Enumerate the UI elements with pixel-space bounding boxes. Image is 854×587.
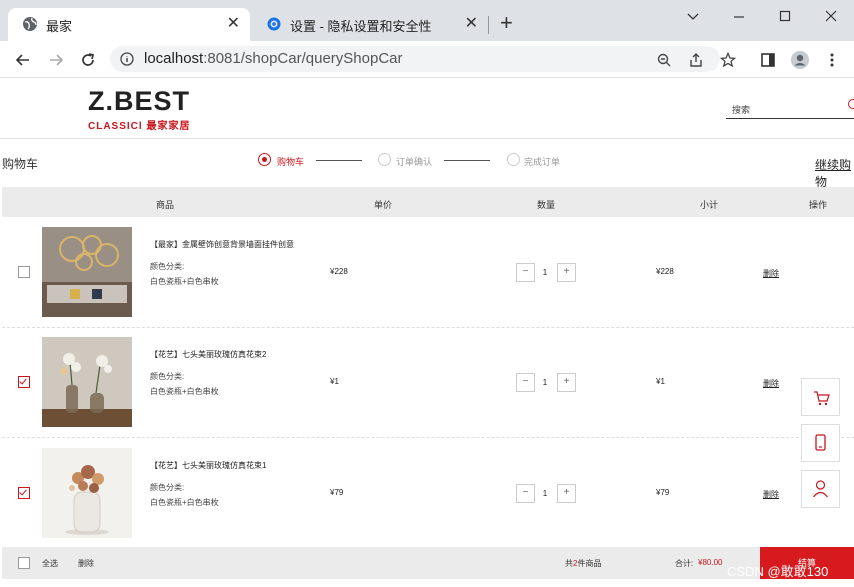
row-checkbox[interactable] [18,487,30,499]
window-close-icon[interactable] [816,4,846,26]
column-header-product: 商品 [156,200,175,210]
column-header-subtotal: 小计 [700,200,719,210]
row-subtotal: ¥228 [656,267,674,276]
cart-icon [814,391,830,406]
search-placeholder: 搜索 [732,105,751,115]
logo[interactable]: Z.BEST [88,86,190,117]
product-attr-value: 白色瓷瓶+白色串枚 [150,387,219,396]
product-attr-label: 颜色分类: [150,483,185,492]
column-header-quantity: 数量 [537,200,556,210]
tab-title: 最家 [46,19,73,34]
tab-active[interactable]: 最家 ✕ [8,8,250,41]
step-dot-cart [258,153,271,166]
product-attr-value: 白色瓷瓶+白色串枚 [150,498,219,507]
select-all-checkbox[interactable] [18,557,30,569]
phone-icon [815,434,826,451]
divider [0,138,854,139]
tab-settings[interactable]: 设置 - 隐私设置和安全性 ✕ [252,8,488,41]
watermark: CSDN @敢敢130 [727,564,829,579]
delete-link[interactable]: 删除 [763,378,779,389]
tab-divider [488,16,489,34]
mobile-button[interactable] [801,424,840,462]
quantity-value[interactable]: 1 [535,268,555,277]
logo-subtitle: CLASSICl 最家家居 [88,121,191,132]
quantity-plus-button[interactable]: + [557,484,576,503]
step-label-confirm: 订单确认 [396,157,433,167]
item-count: 共2件商品 [565,559,602,568]
step-line [444,160,490,161]
product-attr-label: 颜色分类: [150,262,185,271]
product-name[interactable]: 【最家】金属壁饰创意背景墙面挂件创意 [150,239,294,250]
close-icon[interactable]: ✕ [465,13,478,33]
share-icon[interactable] [686,50,706,70]
star-icon[interactable] [718,50,738,70]
product-name[interactable]: 【花艺】七头美丽玫瑰仿真花束1 [150,460,266,471]
tab-title: 设置 - 隐私设置和安全性 [290,19,432,34]
unit-price: ¥1 [330,377,339,386]
select-all-label[interactable]: 全选 [42,558,58,569]
sidepanel-icon[interactable] [758,50,778,70]
zoom-icon[interactable] [654,50,674,70]
column-header-price: 单价 [374,200,393,210]
step-label-complete: 完成订单 [524,157,561,167]
globe-icon [22,16,38,32]
user-icon [813,480,828,498]
minimize-icon[interactable] [724,4,754,26]
table-header [2,187,854,217]
forward-icon[interactable] [45,49,67,71]
row-subtotal: ¥1 [656,377,665,386]
unit-price: ¥228 [330,267,348,276]
info-icon[interactable] [119,51,135,67]
quantity-value[interactable]: 1 [535,378,555,387]
column-header-action: 操作 [809,200,828,210]
menu-icon[interactable] [822,50,842,70]
step-label-cart: 购物车 [277,157,305,167]
row-subtotal: ¥79 [656,488,670,497]
delete-link[interactable]: 删除 [763,268,779,279]
quantity-minus-button[interactable]: − [516,263,535,282]
delete-link[interactable]: 删除 [763,489,779,500]
step-dot-confirm [378,153,391,166]
delete-selected-button[interactable]: 删除 [78,558,94,569]
total-amount: ¥80.00 [698,558,723,567]
cart-button[interactable] [801,378,840,416]
continue-shopping-link[interactable]: 继续购物 [815,156,854,190]
quantity-value[interactable]: 1 [535,489,555,498]
row-checkbox[interactable] [18,376,30,388]
total-label: 合计: [675,559,694,568]
reload-icon[interactable] [77,49,99,71]
new-tab-button[interactable]: + [500,10,513,36]
profile-icon[interactable] [790,50,810,70]
quantity-plus-button[interactable]: + [557,263,576,282]
product-attr-value: 白色瓷瓶+白色串枚 [150,277,219,286]
url-text[interactable]: localhost:8081/shopCar/queryShopCar [144,50,403,67]
user-button[interactable] [801,470,840,508]
close-icon[interactable]: ✕ [227,13,240,33]
row-checkbox[interactable] [18,266,30,278]
back-icon[interactable] [12,49,34,71]
step-line [316,160,362,161]
product-image[interactable] [42,227,132,317]
unit-price: ¥79 [330,488,344,497]
quantity-minus-button[interactable]: − [516,373,535,392]
quantity-plus-button[interactable]: + [557,373,576,392]
quantity-minus-button[interactable]: − [516,484,535,503]
gear-icon [266,16,282,32]
product-name[interactable]: 【花艺】七头美丽玫瑰仿真花束2 [150,349,266,360]
maximize-icon[interactable] [770,4,800,26]
product-image[interactable] [42,448,132,538]
product-image[interactable] [42,337,132,427]
tab-search-icon[interactable] [678,4,708,26]
product-attr-label: 颜色分类: [150,372,185,381]
step-dot-complete [507,153,520,166]
search-icon[interactable] [848,99,854,109]
page-title: 购物车 [2,157,39,171]
